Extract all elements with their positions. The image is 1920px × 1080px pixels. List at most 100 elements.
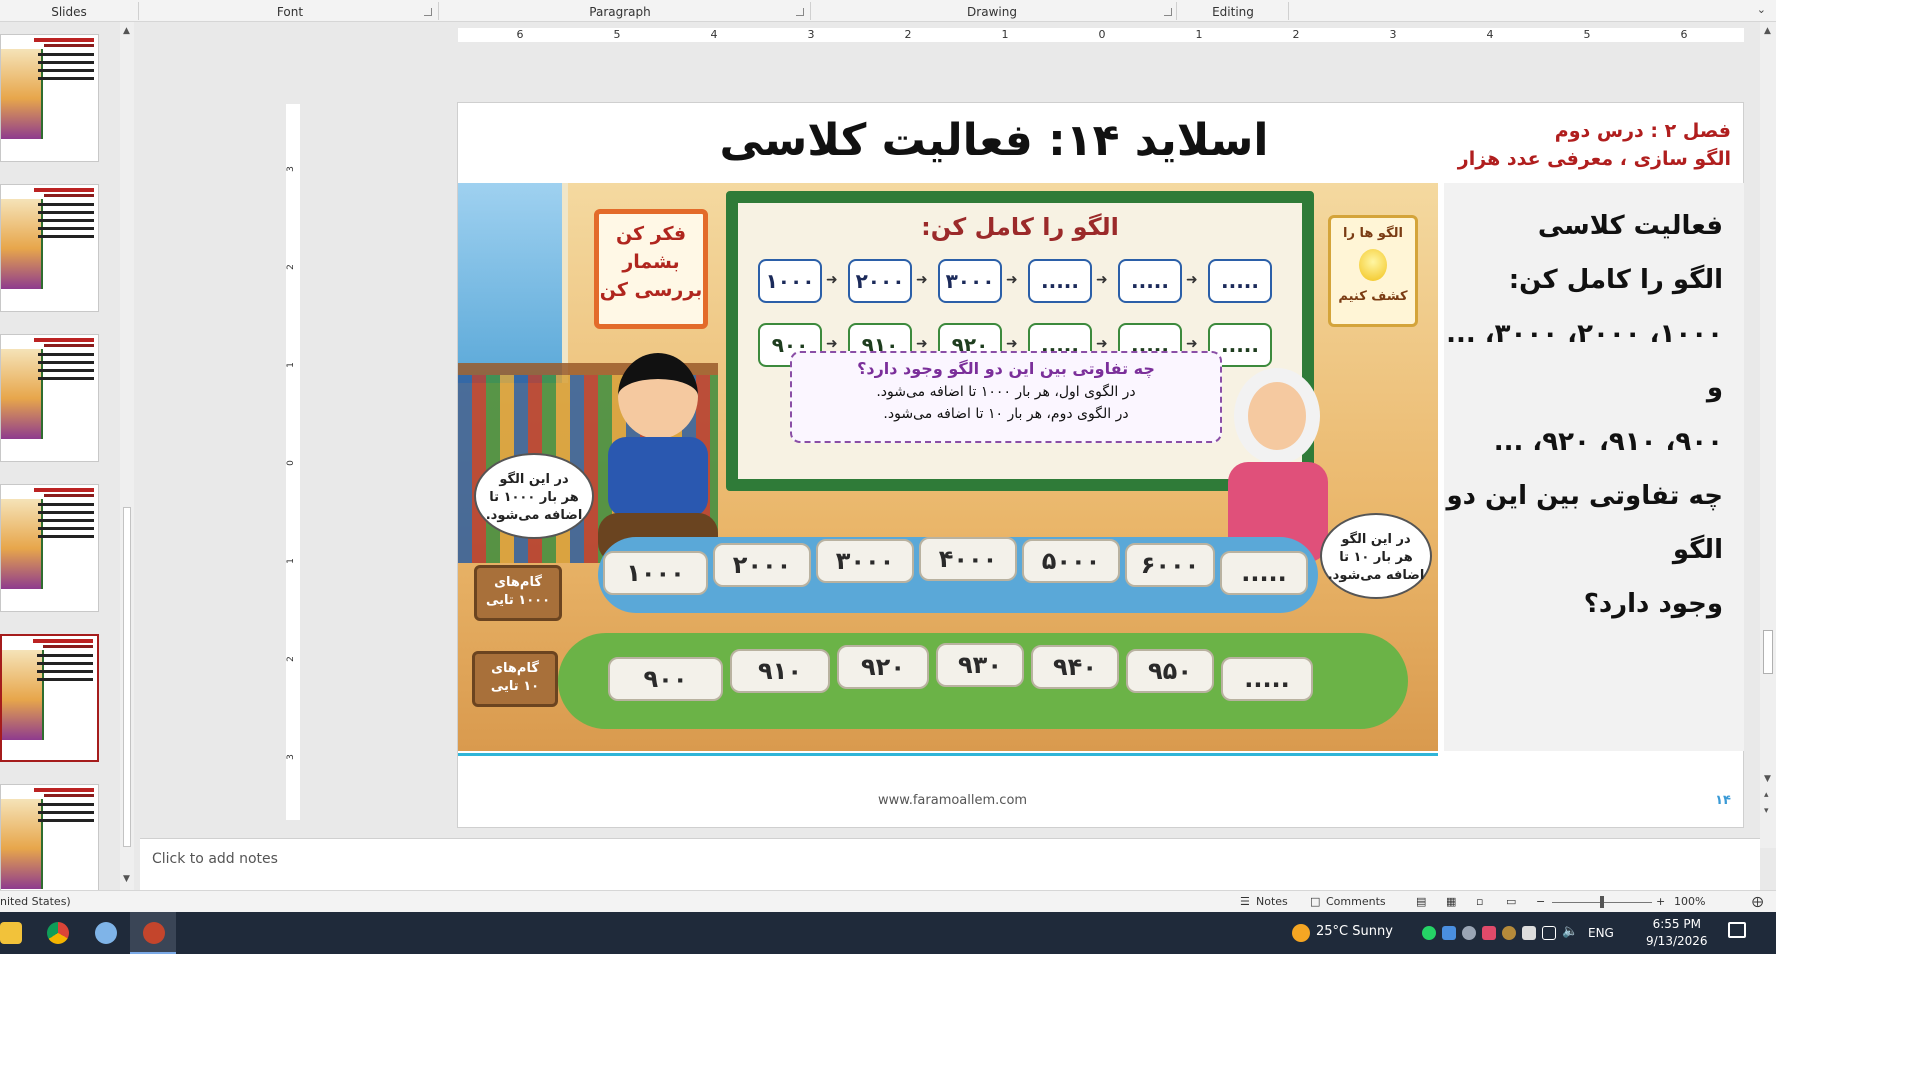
pattern-box: ۱۰۰۰ — [758, 259, 822, 303]
bubble-text: در این الگو — [1341, 532, 1411, 547]
slide-thumbnail[interactable] — [0, 334, 99, 462]
taskbar-paint[interactable] — [82, 912, 128, 954]
slide-thumbnail[interactable] — [0, 34, 99, 162]
language-indicator[interactable]: nited States) — [0, 895, 71, 908]
path-tile: ..... — [1220, 551, 1308, 595]
ribbon-separator — [438, 2, 439, 20]
slide-canvas[interactable]: اسلاید ۱۴: فعالیت کلاسی فصل ۲ : درس دوم … — [457, 102, 1744, 828]
accent-line — [458, 753, 1438, 756]
slide-sorter-icon[interactable]: ▦ — [1446, 895, 1456, 908]
notes-toggle[interactable]: Notes — [1256, 895, 1288, 908]
network-icon[interactable] — [1542, 926, 1556, 940]
chapter-heading[interactable]: فصل ۲ : درس دوم الگو سازی ، معرفی عدد هز… — [1458, 117, 1731, 173]
wood-sign-text: ۱۰۰۰ تایی — [485, 593, 551, 608]
slide-thumbnail[interactable] — [0, 484, 99, 612]
pattern-box: ..... — [1118, 259, 1182, 303]
slide-editor: 6 5 4 3 2 1 0 1 2 3 4 5 6 3 2 1 0 1 2 3 … — [140, 22, 1776, 848]
body-line: و — [1706, 373, 1723, 403]
path-tile: ۱۰۰۰ — [603, 551, 708, 595]
paragraph-dialog-launcher-icon[interactable] — [796, 8, 804, 16]
notes-pane[interactable]: Click to add notes — [140, 838, 1760, 890]
security-shield-icon[interactable] — [1522, 926, 1536, 940]
arrow-right-icon: ➜ — [916, 272, 928, 288]
scroll-up-arrow-icon[interactable]: ▲ — [1764, 26, 1771, 36]
ribbon-separator — [1176, 2, 1177, 20]
slide-title[interactable]: اسلاید ۱۴: فعالیت کلاسی — [458, 115, 1530, 166]
fit-to-window-icon[interactable]: ⨁ — [1752, 895, 1763, 908]
input-language[interactable]: ENG — [1588, 926, 1614, 940]
next-slide-icon[interactable]: ▾ — [1764, 806, 1769, 816]
scroll-down-arrow-icon[interactable]: ▼ — [1764, 774, 1771, 784]
reading-view-icon[interactable]: ▫ — [1476, 895, 1483, 908]
discover-patterns-sign: الگو ها را کشف کنیم — [1328, 215, 1418, 327]
normal-view-icon[interactable]: ▤ — [1416, 895, 1426, 908]
scroll-down-arrow-icon[interactable]: ▼ — [123, 874, 130, 884]
arrow-right-icon: ➜ — [1186, 272, 1198, 288]
window-illustration — [458, 183, 568, 383]
font-dialog-launcher-icon[interactable] — [424, 8, 432, 16]
slide-thumbnail-selected[interactable] — [0, 634, 99, 762]
path-tile: ..... — [1221, 657, 1313, 701]
volume-icon[interactable]: 🔈 — [1562, 924, 1578, 939]
app-tray-icon[interactable] — [1442, 926, 1456, 940]
arrow-right-icon: ➜ — [826, 272, 838, 288]
ribbon-separator — [138, 2, 139, 20]
sign-text: بررسی کن — [599, 279, 703, 301]
editor-scrollbar[interactable]: ▲ ▼ ▴ ▾ — [1760, 22, 1776, 848]
path-tile: ۵۰۰۰ — [1022, 539, 1120, 583]
cloud-icon[interactable] — [1462, 926, 1476, 940]
ruler-number: 1 — [285, 558, 296, 564]
answer-text: در الگوی دوم، هر بار ۱۰ تا اضافه می‌شود. — [883, 406, 1129, 422]
app-tray-icon[interactable] — [1502, 926, 1516, 940]
slide-body-text[interactable]: فعالیت کلاسی الگو را کامل کن: ۱۰۰۰، ۲۰۰۰… — [1423, 199, 1723, 631]
path-tile: ۹۵۰ — [1126, 649, 1214, 693]
ribbon-group-paragraph: Paragraph — [589, 5, 651, 19]
windows-taskbar: 25°C Sunny 🔈 ENG 6:55 PM 9/13/2026 — [0, 912, 1776, 954]
clock-date: 9/13/2026 — [1646, 934, 1708, 948]
ribbon-group-slides: Slides — [51, 5, 87, 19]
notifications-icon[interactable] — [1728, 922, 1746, 938]
weather-sun-icon[interactable] — [1292, 924, 1310, 942]
taskbar-chrome[interactable] — [34, 912, 80, 954]
ruler-number: 4 — [1486, 28, 1494, 41]
arrow-right-icon: ➜ — [1096, 336, 1108, 352]
ruler-number: 3 — [1389, 28, 1397, 41]
zoom-out-icon[interactable]: − — [1536, 895, 1545, 908]
bubble-text: اضافه می‌شود. — [1327, 568, 1425, 583]
speech-bubble-left: در این الگو هر بار ۱۰۰۰ تا اضافه می‌شود. — [474, 453, 594, 539]
ribbon-group-editing: Editing — [1212, 5, 1254, 19]
drawing-dialog-launcher-icon[interactable] — [1164, 8, 1172, 16]
scrollbar-thumb[interactable] — [1763, 630, 1773, 674]
comments-icon[interactable]: □ — [1310, 895, 1320, 908]
ruler-number: 3 — [807, 28, 815, 41]
board-title: الگو را کامل کن: — [921, 213, 1119, 241]
whatsapp-icon[interactable] — [1422, 926, 1436, 940]
powerpoint-window: Slides Font Paragraph Drawing Editing ⌄ … — [0, 0, 1776, 954]
previous-slide-icon[interactable]: ▴ — [1764, 790, 1769, 800]
zoom-slider-knob[interactable] — [1600, 896, 1604, 908]
slide-show-icon[interactable]: ▭ — [1506, 895, 1516, 908]
arrow-right-icon: ➜ — [1006, 336, 1018, 352]
slide-thumbnail[interactable] — [0, 784, 99, 890]
ruler-number: 1 — [1001, 28, 1009, 41]
comments-toggle[interactable]: Comments — [1326, 895, 1386, 908]
classroom-illustration[interactable]: فکر کن بشمار بررسی کن الگو را کامل کن: ۱… — [458, 183, 1438, 751]
thumbnails-scrollbar[interactable]: ▲ ▼ — [120, 22, 134, 890]
taskbar-powerpoint[interactable] — [130, 912, 176, 954]
app-tray-icon[interactable] — [1482, 926, 1496, 940]
wooden-sign-tens: گام‌های ۱۰ تایی — [472, 651, 558, 707]
notes-placeholder[interactable]: Click to add notes — [152, 851, 278, 867]
scroll-up-arrow-icon[interactable]: ▲ — [123, 26, 130, 36]
ruler-number: 2 — [904, 28, 912, 41]
zoom-in-icon[interactable]: + — [1656, 895, 1665, 908]
scrollbar-thumb[interactable] — [123, 507, 131, 847]
system-clock[interactable]: 6:55 PM 9/13/2026 — [1646, 916, 1708, 950]
zoom-level[interactable]: 100% — [1674, 895, 1705, 908]
answer-text: در الگوی اول، هر بار ۱۰۰۰ تا اضافه می‌شو… — [876, 384, 1136, 400]
slide-thumbnail[interactable] — [0, 184, 99, 312]
collapse-ribbon-chevron-icon[interactable]: ⌄ — [1757, 3, 1766, 16]
notes-icon[interactable]: ☰ — [1240, 895, 1250, 908]
weather-text[interactable]: 25°C Sunny — [1316, 924, 1393, 939]
girl-head — [1234, 368, 1320, 464]
chapter-line: فصل ۲ : درس دوم — [1554, 120, 1731, 142]
